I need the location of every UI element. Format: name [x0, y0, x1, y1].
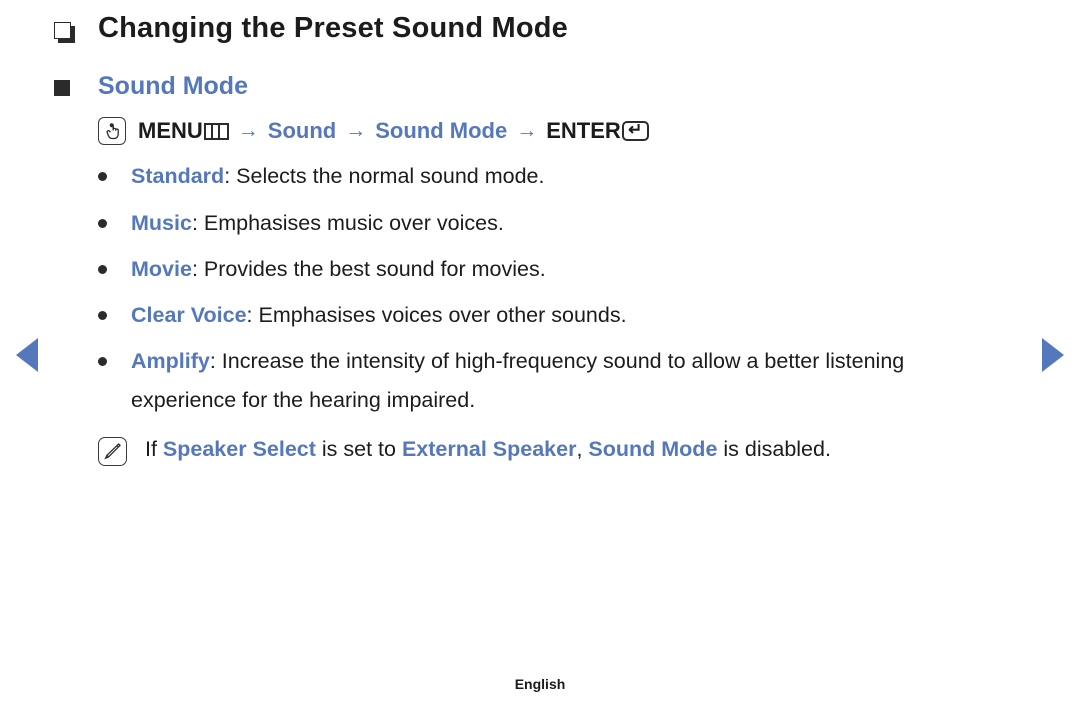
option-text: Amplify: Increase the intensity of high-…	[131, 342, 991, 419]
note-pencil-icon	[98, 436, 127, 466]
note-term-speaker-select: Speaker Select	[162, 436, 316, 461]
hollow-square-bullet-icon	[54, 22, 76, 44]
round-bullet-icon	[98, 218, 107, 228]
menu-bars-icon	[203, 122, 229, 140]
content-column: Changing the Preset Sound Mode Sound Mod…	[54, 8, 1014, 466]
option-separator: :	[224, 164, 237, 189]
list-item: Clear Voice: Emphasises voices over othe…	[98, 296, 1014, 334]
note-mid-2: ,	[576, 436, 589, 461]
path-arrow-1: →	[237, 119, 259, 143]
list-item: Music: Emphasises music over voices.	[98, 204, 1014, 242]
path-step-sound-mode: Sound Mode	[375, 118, 508, 144]
footer-language: English	[514, 676, 566, 692]
filled-square-bullet-icon	[54, 80, 70, 97]
round-bullet-icon	[98, 172, 107, 182]
option-text: Clear Voice: Emphasises voices over othe…	[131, 296, 627, 334]
option-term: Movie	[131, 256, 192, 281]
manual-page: Changing the Preset Sound Mode Sound Mod…	[0, 0, 1080, 705]
option-term: Music	[131, 210, 192, 235]
menu-touch-icon	[98, 117, 126, 146]
option-text: Standard: Selects the normal sound mode.	[131, 157, 544, 195]
menu-path: MENU → Sound → Sound Mode → ENTER ↵	[98, 117, 1014, 146]
option-text: Music: Emphasises music over voices.	[131, 204, 504, 242]
option-description: Increase the intensity of high-frequency…	[131, 349, 905, 412]
menu-label: MENU	[138, 118, 203, 144]
path-arrow-3: →	[516, 119, 538, 143]
page-title: Changing the Preset Sound Mode	[98, 12, 569, 44]
note-suffix: is disabled.	[717, 436, 831, 461]
section-title: Sound Mode	[98, 72, 248, 101]
list-item: Movie: Provides the best sound for movie…	[98, 250, 1014, 288]
option-term: Standard	[131, 164, 225, 189]
round-bullet-icon	[98, 264, 107, 274]
note-term-external-speaker: External Speaker	[401, 436, 577, 461]
path-arrow-2: →	[345, 119, 367, 143]
option-term: Amplify	[131, 349, 210, 374]
option-text: Movie: Provides the best sound for movie…	[131, 250, 546, 288]
note-prefix: If	[145, 436, 163, 461]
previous-page-arrow[interactable]	[16, 338, 38, 372]
note-mid-1: is set to	[315, 436, 402, 461]
option-separator: :	[246, 303, 259, 328]
option-description: Provides the best sound for movies.	[203, 256, 546, 281]
option-separator: :	[191, 256, 204, 281]
path-step-sound: Sound	[267, 118, 337, 144]
enter-return-glyph: ↵	[628, 120, 643, 140]
option-description: Emphasises music over voices.	[203, 210, 504, 235]
note-text: If Speaker Select is set to External Spe…	[145, 433, 831, 465]
sound-mode-options-list: Standard: Selects the normal sound mode.…	[98, 157, 1014, 419]
option-description: Selects the normal sound mode.	[236, 164, 545, 189]
round-bullet-icon	[98, 357, 107, 367]
option-separator: :	[209, 349, 222, 374]
list-item: Amplify: Increase the intensity of high-…	[98, 342, 1014, 419]
list-item: Standard: Selects the normal sound mode.	[98, 157, 1014, 195]
note-row: If Speaker Select is set to External Spe…	[98, 433, 1014, 466]
round-bullet-icon	[98, 311, 107, 321]
enter-label: ENTER	[546, 118, 621, 144]
next-page-arrow[interactable]	[1042, 338, 1064, 372]
option-term: Clear Voice	[131, 303, 247, 328]
enter-return-icon: ↵	[621, 120, 649, 142]
option-description: Emphasises voices over other sounds.	[258, 303, 627, 328]
section-title-row: Sound Mode	[54, 71, 1014, 101]
option-separator: :	[191, 210, 204, 235]
page-title-row: Changing the Preset Sound Mode	[54, 12, 1014, 45]
note-term-sound-mode: Sound Mode	[588, 436, 718, 461]
